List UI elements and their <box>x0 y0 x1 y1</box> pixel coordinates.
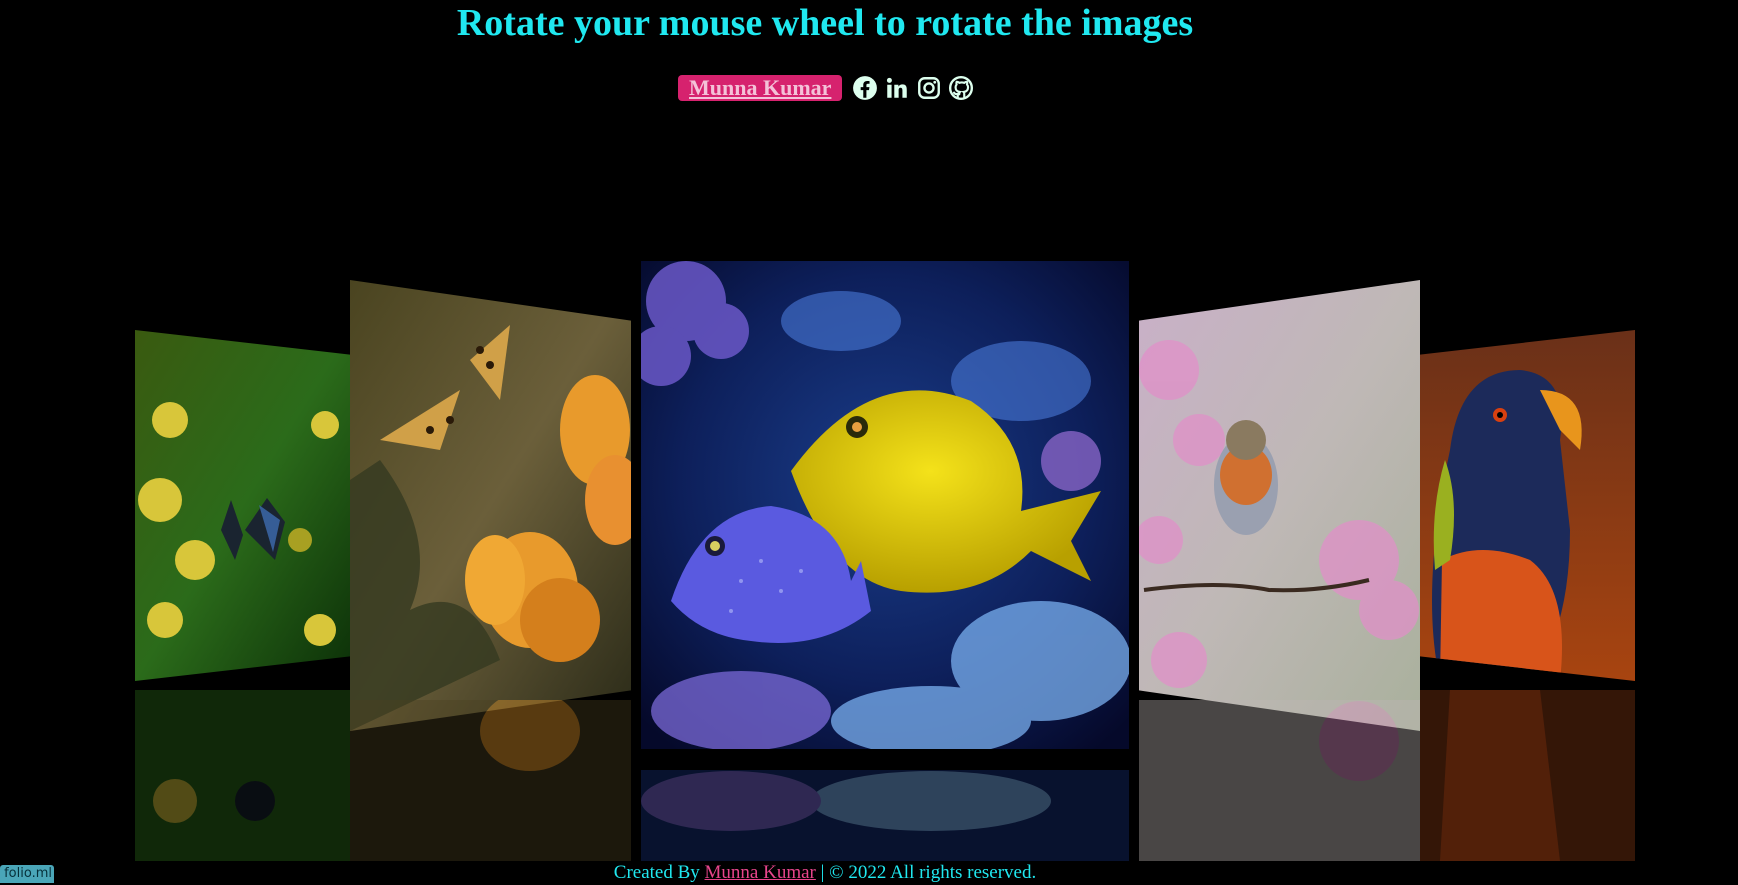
gallery-image-parrot[interactable] <box>1420 330 1635 681</box>
reflection-parrot <box>1420 690 1635 861</box>
gallery-image-robin[interactable] <box>1139 280 1420 731</box>
corner-tag[interactable]: folio.ml <box>0 865 54 883</box>
footer-prefix: Created By <box>613 862 700 883</box>
gallery-image-butterfly-flower[interactable] <box>350 280 631 731</box>
facebook-icon[interactable] <box>852 75 878 101</box>
reflection-fish <box>641 770 1129 861</box>
reflection-butterfly <box>135 690 350 861</box>
reflection-butterfly-flower <box>350 700 631 861</box>
page-title: Rotate your mouse wheel to rotate the im… <box>456 2 1194 44</box>
footer-author-link[interactable]: Munna Kumar <box>705 862 816 883</box>
gallery-image-butterfly[interactable] <box>135 330 350 681</box>
footer: Created By Munna Kumar | © 2022 All righ… <box>0 861 1650 885</box>
social-bar: Munna Kumar <box>678 74 974 102</box>
author-link[interactable]: Munna Kumar <box>678 75 843 101</box>
github-icon[interactable] <box>948 75 974 101</box>
footer-copyright: | © 2022 All rights reserved. <box>820 862 1037 883</box>
reflection-robin <box>1139 700 1420 861</box>
gallery-image-fish[interactable] <box>641 261 1129 749</box>
instagram-icon[interactable] <box>916 75 942 101</box>
linkedin-icon[interactable] <box>884 75 910 101</box>
